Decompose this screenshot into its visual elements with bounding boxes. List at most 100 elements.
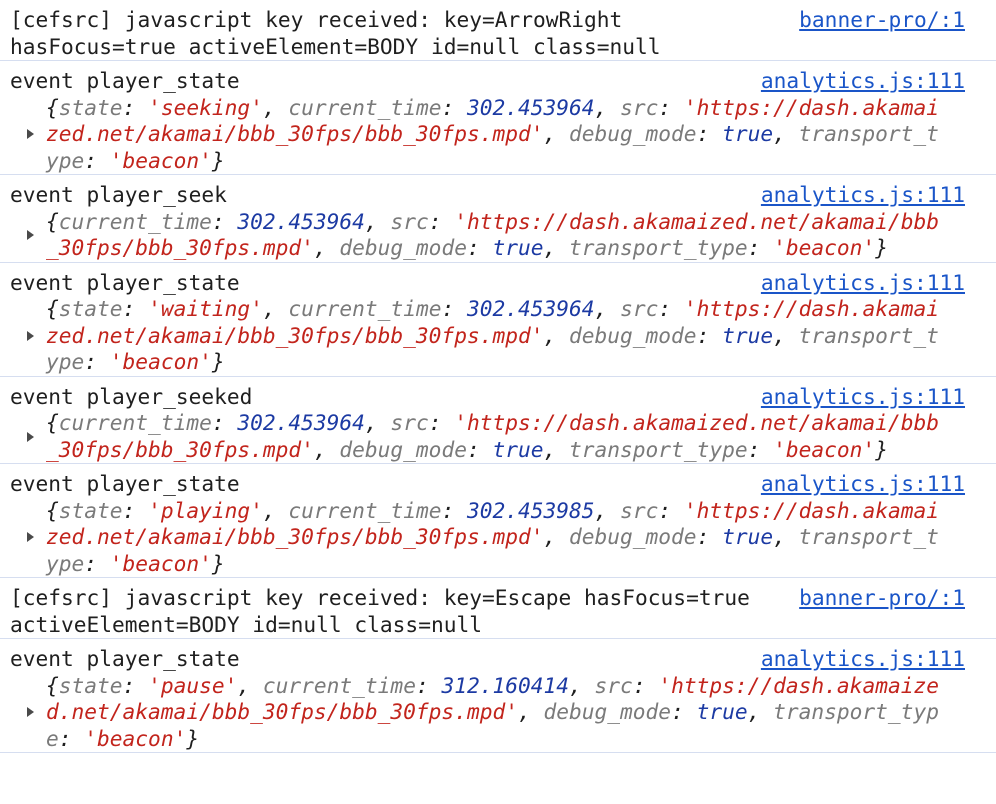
string-value: 'beacon' (84, 725, 187, 751)
object-preview-line: {state: 'playing', current_time: 302.453… (46, 498, 974, 525)
string-value: 'beacon' (773, 235, 876, 260)
source-link[interactable]: analytics.js:111 (761, 270, 965, 297)
source-link[interactable]: analytics.js:111 (761, 471, 965, 498)
property-key: state (58, 672, 123, 698)
punctuation: : (658, 497, 684, 523)
punctuation: , (262, 497, 289, 523)
expand-triangle-icon[interactable] (27, 707, 34, 718)
source-link[interactable]: banner-pro/:1 (799, 7, 965, 34)
object-preview-line: zed.net/akamai/bbb_30fps/bbb_30fps.mpd',… (46, 121, 974, 148)
object-preview[interactable]: {state: 'waiting', current_time: 302.453… (10, 296, 974, 376)
expand-triangle-icon[interactable] (27, 129, 34, 140)
property-key: e (46, 725, 59, 751)
punctuation: : (211, 410, 238, 435)
string-value: 'beacon' (109, 550, 212, 576)
punctuation: , (262, 94, 289, 120)
source-link[interactable]: banner-pro/:1 (799, 585, 965, 612)
property-key: current_time (288, 497, 442, 523)
punctuation: : (58, 725, 85, 751)
string-value: 'pause' (148, 672, 238, 698)
object-preview-line: d.net/akamai/bbb_30fps/bbb_30fps.mpd', d… (46, 699, 974, 726)
punctuation: } (211, 349, 225, 374)
object-preview-line: {state: 'pause', current_time: 312.16041… (46, 673, 974, 700)
string-value: 'beacon' (773, 436, 876, 462)
punctuation: , (594, 497, 621, 523)
object-preview-line: zed.net/akamai/bbb_30fps/bbb_30fps.mpd',… (46, 323, 974, 350)
expand-triangle-icon[interactable] (27, 532, 34, 543)
string-value: 'https://dash.akamai (683, 94, 939, 120)
boolean-value: true (722, 121, 774, 146)
punctuation: : (122, 296, 149, 321)
punctuation: : (696, 121, 723, 146)
message-text: activeElement=BODY id=null class=null (10, 611, 482, 637)
punctuation: : (84, 550, 110, 576)
console-message: analytics.js:111 event player_state {state… (0, 639, 996, 753)
punctuation: : (122, 497, 149, 523)
expand-triangle-icon[interactable] (27, 230, 34, 240)
string-value: 'https://dash.akamaized.net/akamai/bbb (454, 208, 939, 234)
source-link[interactable]: analytics.js:111 (761, 646, 965, 673)
number-value: 302.453964 (466, 296, 595, 321)
property-key: transport_t (798, 524, 939, 549)
punctuation: , (543, 436, 570, 462)
property-key: debug_mode (569, 322, 697, 348)
console-log: banner-pro/:1 [cefsrc] javascript key rec… (0, 0, 996, 753)
object-preview[interactable]: {current_time: 302.453964, src: 'https:/… (10, 410, 974, 463)
property-key: ype (46, 147, 85, 173)
boolean-value: true (492, 436, 544, 462)
punctuation: , (773, 524, 799, 549)
punctuation: , (594, 94, 621, 120)
punctuation: : (441, 296, 467, 321)
property-key: ype (46, 550, 85, 576)
punctuation: : (428, 410, 455, 435)
property-key: current_time (288, 94, 442, 120)
property-key: transport_t (798, 121, 939, 146)
console-message: banner-pro/:1 [cefsrc] javascript key rec… (0, 0, 996, 61)
punctuation: } (211, 147, 225, 173)
punctuation: { (46, 296, 59, 321)
property-key: transport_type (569, 235, 748, 260)
console-message: analytics.js:111 event player_state {state… (0, 61, 996, 175)
punctuation: { (46, 672, 59, 698)
property-key: ype (46, 349, 85, 374)
punctuation: } (186, 725, 200, 751)
object-preview-line: e: 'beacon'} (46, 726, 974, 753)
punctuation: : (441, 497, 467, 523)
object-preview[interactable]: {state: 'playing', current_time: 302.453… (10, 498, 974, 578)
expand-triangle-icon[interactable] (27, 330, 34, 341)
punctuation: : (466, 235, 493, 260)
property-key: transport_type (569, 436, 748, 462)
punctuation: , (543, 322, 569, 348)
object-preview-line: zed.net/akamai/bbb_30fps/bbb_30fps.mpd',… (46, 524, 974, 551)
punctuation: , (313, 436, 340, 462)
property-key: debug_mode (339, 436, 467, 462)
source-link[interactable]: analytics.js:111 (761, 68, 965, 95)
punctuation: } (875, 235, 888, 260)
punctuation: { (46, 497, 59, 523)
punctuation: : (466, 436, 493, 462)
console-message: analytics.js:111 event player_seeked {curr… (0, 377, 996, 464)
object-preview[interactable]: {state: 'pause', current_time: 312.16041… (10, 673, 974, 753)
punctuation: , (237, 672, 263, 698)
punctuation: } (875, 436, 888, 462)
punctuation: , (569, 672, 595, 698)
property-key: src (620, 296, 659, 321)
property-key: src (620, 94, 659, 120)
object-preview[interactable]: {current_time: 302.453964, src: 'https:/… (10, 209, 974, 262)
source-link[interactable]: analytics.js:111 (761, 182, 965, 209)
source-link[interactable]: analytics.js:111 (761, 384, 965, 411)
punctuation: : (428, 208, 455, 234)
object-preview-line: _30fps/bbb_30fps.mpd', debug_mode: true,… (46, 235, 974, 262)
punctuation: { (46, 208, 59, 234)
object-preview[interactable]: {state: 'seeking', current_time: 302.453… (10, 95, 974, 175)
number-value: 302.453964 (237, 208, 365, 234)
message-text: hasFocus=true activeElement=BODY id=null… (10, 33, 661, 59)
string-value: 'https://dash.akamai (683, 497, 939, 523)
expand-triangle-icon[interactable] (27, 431, 34, 442)
property-key: state (58, 296, 123, 321)
punctuation: : (122, 94, 149, 120)
punctuation: : (747, 235, 774, 260)
property-key: current_time (58, 410, 212, 435)
punctuation: , (364, 208, 391, 234)
object-preview-line: ype: 'beacon'} (46, 551, 974, 578)
